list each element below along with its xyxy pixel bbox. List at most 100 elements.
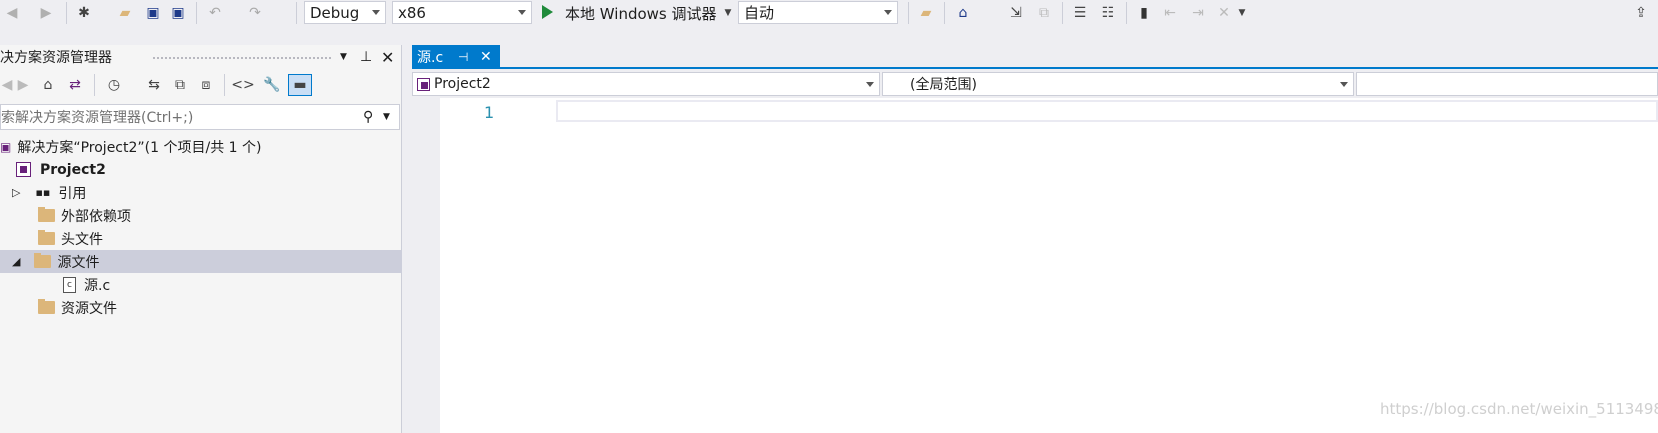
collapse-arrow-icon[interactable]: ◢ [12,255,20,268]
expand-arrow-icon[interactable]: ▷ [12,186,20,199]
main-toolbar: ◀ ▶ ✱ ▰ ▣ ▣ ↶ ↷ Debug x86 本地 Windows 调试器… [0,0,1658,26]
solution-platform-select[interactable]: x86 [392,1,532,24]
open-file-icon[interactable]: ▰ [115,2,135,24]
share-icon[interactable]: ⇪ [1630,2,1652,24]
separator [196,2,197,24]
solution-label: 解决方案“Project2”(1 个项目/共 1 个) [17,139,262,156]
folder-icon [38,230,55,245]
tree-item-source-c[interactable]: c 源.c [0,273,402,296]
forward-icon[interactable]: ▶ [14,74,32,96]
references-icon: ▪▪ [35,186,51,199]
show-all-files-icon[interactable]: ⧈ [196,74,216,96]
watermark: https://blog.csdn.net/weixin_51134981 [1380,400,1658,418]
pin-icon[interactable]: ⊥ [360,49,372,65]
tab-label: 源.c [417,50,444,66]
debug-mode-select[interactable]: 自动 [738,1,898,24]
home-icon[interactable]: ⌂ [952,2,974,24]
code-editor[interactable] [440,98,1658,433]
solution-icon: ▣ [0,139,12,154]
separator [66,2,67,24]
switch-views-icon[interactable]: ⇄ [64,74,86,96]
editor-tab-bar: 源.c ⊣ ✕ [412,45,1658,69]
separator [1126,2,1127,24]
comment-icon[interactable]: ☷ [1098,2,1118,24]
start-debugging-button[interactable]: 本地 Windows 调试器 [565,2,717,24]
tree-item-references[interactable]: ▷ ▪▪ 引用 [0,181,402,204]
back-icon[interactable]: ◀ [2,2,22,24]
close-icon[interactable]: ✕ [480,49,492,65]
member-nav-select[interactable] [1356,72,1658,96]
separator [944,2,945,24]
solution-explorer-toolbar: ◀ ▶ ⌂ ⇄ ◷ ⇆ ⧉ ⧈ <> 🔧 ▬ [0,72,402,102]
step-icon[interactable]: ⇲ [1006,2,1026,24]
scope-nav-select[interactable]: (全局范围) [882,72,1354,96]
indent-icon[interactable]: ☰ [1070,2,1090,24]
separator [94,74,95,96]
properties-icon[interactable]: 🔧 [262,74,282,96]
save-all-icon[interactable]: ▣ [168,2,188,24]
start-debugging-icon[interactable] [542,5,553,19]
save-icon[interactable]: ▣ [143,2,163,24]
close-icon[interactable]: ✕ [381,48,394,67]
tree-item-label: 源.c [84,277,111,294]
tree-solution[interactable]: ▣ 解决方案“Project2”(1 个项目/共 1 个) [0,135,402,158]
chevron-down-icon[interactable]: ▼ [383,112,390,122]
scope-nav-value: (全局范围) [910,77,977,93]
project-nav-select[interactable]: Project2 [412,72,880,96]
separator [1062,2,1063,24]
chevron-down-icon [866,82,874,87]
previous-bookmark-icon[interactable]: ⇤ [1160,2,1180,24]
solution-platform-value: x86 [398,3,426,22]
pending-changes-icon[interactable]: ◷ [104,74,124,96]
search-placeholder: 索解决方案资源管理器(Ctrl+;) [1,110,194,126]
redo-icon[interactable]: ↷ [245,2,265,24]
tree-item-label: 源文件 [57,254,100,271]
solution-explorer-panel: 决方案资源管理器 ▼ ⊥ ✕ ◀ ▶ ⌂ ⇄ ◷ ⇆ ⧉ ⧈ <> 🔧 ▬ 索解… [0,45,402,433]
solution-config-select[interactable]: Debug [304,1,386,24]
bookmark-icon[interactable]: ▮ [1134,2,1154,24]
view-code-icon[interactable]: <> [231,74,254,96]
c-file-icon: c [63,276,76,293]
folder-icon [38,299,55,314]
back-icon[interactable]: ◀ [0,74,14,96]
separator [908,2,909,24]
line-number: 1 [484,103,495,122]
clear-bookmarks-icon[interactable]: ✕ [1214,2,1234,24]
new-project-icon[interactable]: ✱ [74,2,94,24]
chevron-down-icon[interactable]: ▼ [1236,2,1248,24]
tree-item-label: 资源文件 [61,300,117,317]
chevron-down-icon [1340,82,1348,87]
chevron-down-icon [372,10,380,15]
tree-item-label: 外部依赖项 [61,208,131,225]
project-label: Project2 [40,161,106,178]
tree-item-external-deps[interactable]: 外部依赖项 [0,204,402,227]
chevron-down-icon[interactable]: ▼ [340,52,347,62]
collapse-all-icon[interactable]: ⧉ [170,74,190,96]
tab-source-c[interactable]: 源.c ⊣ ✕ [412,45,500,69]
project-icon [16,162,31,177]
home-icon[interactable]: ⌂ [38,74,58,96]
tree-project[interactable]: Project2 [0,158,402,181]
copy-icon[interactable]: ⧉ [1034,2,1054,24]
find-in-files-icon[interactable]: ▰ [916,2,936,24]
chevron-down-icon[interactable]: ▼ [722,2,734,24]
preview-selected-icon[interactable]: ▬ [288,74,312,96]
sync-icon[interactable]: ⇆ [144,74,164,96]
current-line-highlight [556,100,1658,122]
solution-explorer-search[interactable]: 索解决方案资源管理器(Ctrl+;) ⚲ ▼ [0,104,400,130]
tree-item-header-files[interactable]: 头文件 [0,227,402,250]
drag-grip[interactable] [152,56,332,60]
next-bookmark-icon[interactable]: ⇥ [1188,2,1208,24]
solution-config-value: Debug [310,3,360,22]
panel-title: 决方案资源管理器 [0,50,112,66]
debug-mode-value: 自动 [744,4,775,22]
separator [296,2,297,24]
undo-icon[interactable]: ↶ [205,2,225,24]
tree-item-source-files[interactable]: ◢ 源文件 [0,250,402,273]
forward-icon[interactable]: ▶ [36,2,56,24]
pin-icon[interactable]: ⊣ [458,50,468,64]
editor-margin [412,98,440,433]
tree-item-resource-files[interactable]: 资源文件 [0,296,402,319]
tree-item-label: 头文件 [61,231,103,248]
search-icon[interactable]: ⚲ [363,109,373,125]
